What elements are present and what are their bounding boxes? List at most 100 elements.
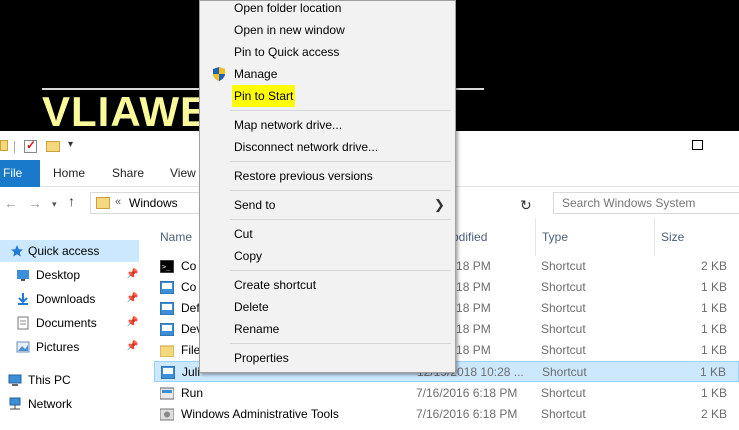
menu-item-map-network-drive[interactable]: Map network drive...: [202, 114, 453, 136]
folder-icon: [96, 197, 110, 209]
file-type: Shortcut: [541, 259, 586, 273]
menu-item-label: Rename: [234, 322, 280, 336]
menu-separator: [230, 270, 451, 271]
file-type: Shortcut: [541, 386, 586, 400]
menu-item-pin-start[interactable]: Pin to Start: [202, 85, 453, 107]
file-size: 1 KB: [700, 386, 727, 400]
file-size: 1 KB: [699, 365, 726, 379]
file-name: Def: [181, 301, 200, 315]
star-icon: [11, 245, 23, 257]
file-type: Shortcut: [541, 301, 586, 315]
column-header-size[interactable]: Size: [661, 218, 684, 256]
pictures-icon: [16, 341, 30, 353]
nav-item-documents[interactable]: Documents 📌: [0, 312, 139, 334]
menu-item-label: Cut: [234, 227, 253, 241]
file-name: Windows Administrative Tools: [181, 407, 339, 421]
nav-item-label: Desktop: [36, 268, 81, 282]
file-size: 1 KB: [700, 280, 727, 294]
nav-item-network[interactable]: Network: [0, 393, 139, 415]
menu-separator: [230, 161, 451, 162]
menu-item-label: Delete: [234, 300, 269, 314]
column-header-type[interactable]: Type: [542, 218, 568, 256]
menu-item-pin-quick-access[interactable]: Pin to Quick access: [202, 41, 453, 63]
folder-icon: [0, 140, 8, 151]
file-row[interactable]: Run 7/16/2016 6:18 PM Shortcut 1 KB: [154, 383, 739, 404]
file-size: 1 KB: [700, 301, 727, 315]
file-name: Co: [181, 280, 197, 294]
nav-item-downloads[interactable]: Downloads 📌: [0, 288, 139, 310]
menu-item-send-to[interactable]: Send to ❯: [202, 194, 453, 216]
file-name: Juli: [182, 365, 201, 379]
nav-item-pictures[interactable]: Pictures 📌: [0, 336, 139, 358]
search-box[interactable]: [553, 192, 739, 214]
tab-share[interactable]: Share: [112, 160, 144, 187]
recent-locations-icon[interactable]: ▾: [52, 199, 57, 210]
desktop-icon: [17, 270, 29, 281]
nav-item-label: Quick access: [28, 244, 100, 258]
tab-home[interactable]: Home: [53, 160, 85, 187]
menu-item-label: Pin to Quick access: [234, 45, 340, 59]
menu-item-disconnect-network-drive[interactable]: Disconnect network drive...: [202, 136, 453, 158]
pin-icon[interactable]: 📌: [126, 336, 138, 358]
pin-icon[interactable]: 📌: [126, 288, 138, 310]
file-row[interactable]: Windows Administrative Tools 7/16/2016 6…: [154, 404, 739, 425]
menu-item-label: Create shortcut: [234, 278, 317, 292]
menu-item-open-new-window[interactable]: Open in new window: [202, 19, 453, 41]
svg-text:>_: >_: [162, 263, 171, 271]
toolbar-separator: [14, 141, 15, 153]
nav-item-this-pc[interactable]: This PC: [0, 369, 139, 391]
computer-icon: [8, 374, 22, 386]
forward-arrow-icon[interactable]: →: [28, 195, 42, 211]
file-type: Shortcut: [541, 322, 586, 336]
address-bar[interactable]: « Windows: [90, 192, 210, 214]
maximize-button[interactable]: [692, 140, 703, 150]
column-separator[interactable]: [654, 218, 655, 256]
menu-item-label: Properties: [234, 351, 289, 365]
document-icon: [17, 316, 29, 330]
file-size: 1 KB: [700, 322, 727, 336]
customize-toolbar-icon[interactable]: ▾: [68, 139, 73, 150]
context-menu: Open folder location Open in new window …: [199, 0, 456, 373]
properties-icon[interactable]: [24, 138, 37, 153]
menu-item-copy[interactable]: Copy: [202, 245, 453, 267]
file-type: Shortcut: [541, 280, 586, 294]
tab-view[interactable]: View: [170, 160, 196, 187]
menu-item-manage[interactable]: Manage: [202, 63, 453, 85]
network-icon: [9, 397, 21, 410]
new-folder-icon[interactable]: [46, 141, 60, 152]
back-arrow-icon[interactable]: ←: [4, 195, 18, 211]
menu-item-cut[interactable]: Cut: [202, 223, 453, 245]
breadcrumb-windows[interactable]: Windows: [129, 196, 178, 210]
run-icon: [160, 387, 174, 400]
command-prompt-icon: >_: [160, 260, 174, 273]
shortcut-icon: [160, 323, 174, 336]
menu-item-label: Manage: [234, 67, 278, 81]
desktop-banner: VLIAWE: [42, 88, 210, 135]
search-input[interactable]: [554, 193, 739, 213]
menu-item-rename[interactable]: Rename: [202, 318, 453, 340]
file-name: Run: [181, 386, 204, 400]
menu-item-label: Copy: [234, 249, 263, 263]
nav-item-desktop[interactable]: Desktop 📌: [0, 264, 139, 286]
menu-item-label: Restore previous versions: [234, 169, 373, 183]
shortcut-icon: [160, 281, 174, 294]
menu-separator: [230, 110, 451, 111]
menu-item-properties[interactable]: Properties: [202, 347, 453, 369]
menu-item-open-folder-location[interactable]: Open folder location: [202, 0, 453, 19]
column-header-date[interactable]: odified: [452, 218, 487, 256]
admin-tools-icon: [160, 408, 174, 421]
refresh-icon[interactable]: ↻: [520, 197, 532, 214]
breadcrumb-overflow[interactable]: «: [115, 196, 121, 208]
menu-separator: [230, 190, 451, 191]
menu-item-restore-previous-versions[interactable]: Restore previous versions: [202, 165, 453, 187]
pin-icon[interactable]: 📌: [126, 312, 138, 334]
column-separator[interactable]: [535, 218, 536, 256]
up-arrow-icon[interactable]: ↑: [68, 193, 75, 209]
nav-item-quick-access[interactable]: Quick access: [0, 240, 139, 262]
pin-icon[interactable]: 📌: [126, 264, 138, 286]
tab-file[interactable]: File: [0, 160, 40, 187]
menu-item-delete[interactable]: Delete: [202, 296, 453, 318]
menu-item-create-shortcut[interactable]: Create shortcut: [202, 274, 453, 296]
column-header-name[interactable]: Name: [160, 218, 192, 256]
file-type: Shortcut: [541, 343, 586, 357]
